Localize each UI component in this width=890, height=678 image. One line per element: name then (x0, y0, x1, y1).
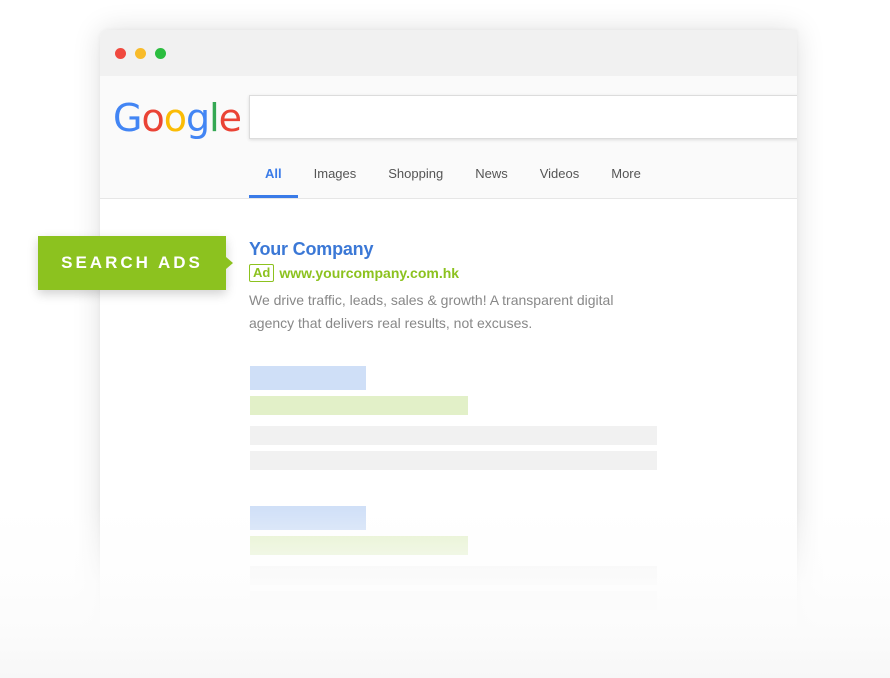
logo-letter: g (185, 96, 210, 140)
close-window-dot[interactable] (115, 48, 126, 59)
placeholder-title-bar (250, 366, 366, 390)
result-url-row: Ad www.yourcompany.com.hk (249, 263, 679, 283)
placeholder-text-bar (250, 566, 657, 585)
placeholder-url-bar (250, 396, 468, 415)
logo-letter: o (141, 96, 164, 140)
placeholder-text-bar (250, 426, 657, 445)
tab-videos[interactable]: Videos (524, 158, 596, 198)
minimize-window-dot[interactable] (135, 48, 146, 59)
browser-window: Google All Images Shopping News Videos M… (100, 30, 797, 670)
placeholder-url-bar (250, 536, 468, 555)
browser-titlebar (100, 30, 797, 76)
placeholder-text-bar (250, 591, 657, 610)
logo-letter: e (218, 96, 242, 140)
tab-images[interactable]: Images (298, 158, 373, 198)
result-description: We drive traffic, leads, sales & growth!… (249, 292, 614, 331)
ad-result: Your Company Ad www.yourcompany.com.hk W… (249, 238, 679, 335)
placeholder-text-bar (250, 451, 657, 470)
search-header: Google All Images Shopping News Videos M… (100, 76, 797, 199)
result-title-link[interactable]: Your Company (249, 238, 679, 260)
tab-news[interactable]: News (459, 158, 524, 198)
logo-letter: l (209, 96, 220, 140)
logo-letter: o (163, 96, 187, 140)
tab-more[interactable]: More (595, 158, 657, 198)
placeholder-title-bar (250, 506, 366, 530)
result-url[interactable]: www.yourcompany.com.hk (279, 265, 459, 281)
ad-badge: Ad (249, 264, 275, 282)
tab-all[interactable]: All (249, 158, 298, 198)
tab-shopping[interactable]: Shopping (372, 158, 459, 198)
search-tabs: All Images Shopping News Videos More (249, 158, 657, 198)
google-logo[interactable]: Google (113, 94, 242, 142)
search-input[interactable] (249, 95, 797, 139)
search-ads-callout: SEARCH ADS (38, 236, 233, 290)
logo-letter: G (113, 96, 142, 140)
maximize-window-dot[interactable] (155, 48, 166, 59)
